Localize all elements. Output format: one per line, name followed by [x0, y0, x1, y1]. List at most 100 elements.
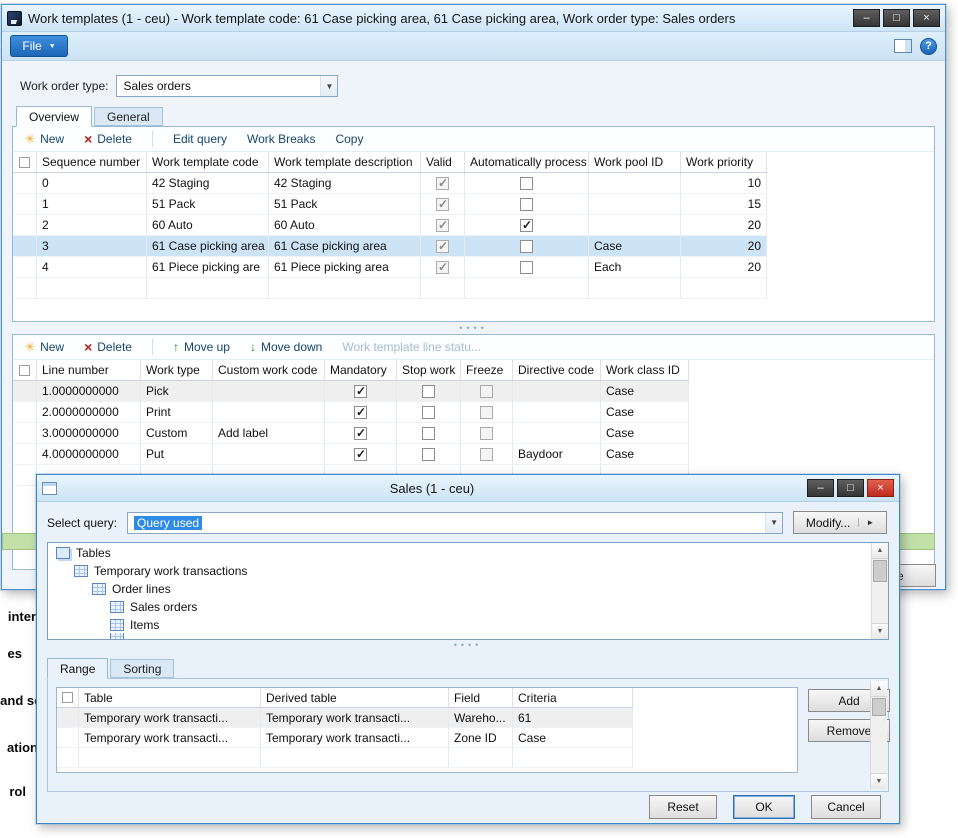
select-all-checkbox[interactable] [57, 688, 79, 707]
cell-directive[interactable] [513, 402, 601, 422]
cell-priority[interactable]: 20 [681, 215, 767, 235]
tree-item-sales-orders[interactable]: Sales orders [48, 597, 888, 615]
cell-line[interactable]: 2.0000000000 [37, 402, 141, 422]
column-header[interactable]: Sequence number [37, 152, 147, 172]
chevron-down-icon[interactable]: ▼ [320, 76, 337, 96]
cell-line[interactable]: 4.0000000000 [37, 444, 141, 464]
tree-item-order-lines[interactable]: Order lines [48, 579, 888, 597]
move-up-button[interactable]: ↑ Move up [173, 340, 230, 354]
maximize-button[interactable]: □ [837, 479, 864, 497]
tree-item-items[interactable]: Items [48, 615, 888, 633]
cell-pool[interactable] [589, 194, 681, 214]
row-selector[interactable] [13, 381, 37, 401]
cell-directive[interactable] [513, 381, 601, 401]
cell-workclass[interactable]: Case [601, 444, 689, 464]
new-button[interactable]: ✳ New [25, 340, 64, 354]
cell-field[interactable]: Zone ID [449, 728, 513, 747]
cell-table[interactable]: Temporary work transacti... [79, 708, 261, 727]
cell-directive[interactable] [513, 423, 601, 443]
column-header[interactable]: Directive code [513, 360, 601, 380]
column-header[interactable]: Custom work code [213, 360, 325, 380]
cell-code[interactable]: 51 Pack [147, 194, 269, 214]
cell-pool[interactable]: Case [589, 236, 681, 256]
row-selector[interactable] [13, 194, 37, 214]
chevron-down-icon[interactable]: ▼ [765, 513, 782, 533]
cell-priority[interactable]: 10 [681, 173, 767, 193]
table-row[interactable]: 2 60 Auto 60 Auto 20 [13, 215, 767, 236]
column-header[interactable]: Table [79, 688, 261, 707]
splitter[interactable]: •••• [37, 640, 899, 650]
tree-scrollbar[interactable]: ▲ ▼ [871, 543, 888, 639]
cell-description[interactable]: 61 Case picking area [269, 236, 421, 256]
mandatory-checkbox[interactable] [354, 427, 367, 440]
row-selector[interactable] [13, 173, 37, 193]
scrollbar-thumb[interactable] [872, 698, 886, 716]
cell-custom[interactable]: Add label [213, 423, 325, 443]
column-header[interactable]: Line number [37, 360, 141, 380]
tree-item-tables[interactable]: Tables [48, 543, 888, 561]
cell-worktype[interactable]: Print [141, 402, 213, 422]
stop-work-checkbox[interactable] [422, 427, 435, 440]
mandatory-checkbox[interactable] [354, 448, 367, 461]
modify-button[interactable]: Modify... ► [793, 511, 887, 534]
column-header[interactable]: Work pool ID [589, 152, 681, 172]
cell-worktype[interactable]: Pick [141, 381, 213, 401]
cell-sequence[interactable]: 2 [37, 215, 147, 235]
stop-work-checkbox[interactable] [422, 448, 435, 461]
main-titlebar[interactable]: Work templates (1 - ceu) - Work template… [2, 5, 945, 32]
cell-custom[interactable] [213, 444, 325, 464]
cell-code[interactable]: 60 Auto [147, 215, 269, 235]
table-row[interactable]: 4 61 Piece picking are 61 Piece picking … [13, 257, 767, 278]
close-button[interactable]: × [913, 9, 940, 27]
scroll-up-icon[interactable]: ▲ [871, 681, 887, 697]
cancel-button[interactable]: Cancel [811, 795, 881, 819]
column-header[interactable]: Valid [421, 152, 465, 172]
column-header[interactable]: Stop work [397, 360, 461, 380]
auto-process-checkbox[interactable] [520, 219, 533, 232]
cell-sequence[interactable]: 3 [37, 236, 147, 256]
tree-item-temporary-work-transactions[interactable]: Temporary work transactions [48, 561, 888, 579]
table-row[interactable]: 1.0000000000 Pick Case [13, 381, 689, 402]
auto-process-checkbox[interactable] [520, 198, 533, 211]
cell-pool[interactable]: Each [589, 257, 681, 277]
column-header[interactable]: Criteria [513, 688, 633, 707]
cell-line[interactable]: 1.0000000000 [37, 381, 141, 401]
select-all-checkbox[interactable] [13, 152, 37, 172]
mandatory-checkbox[interactable] [354, 385, 367, 398]
new-button[interactable]: ✳ New [25, 132, 64, 146]
column-header[interactable]: Work priority [681, 152, 767, 172]
table-row[interactable]: 1 51 Pack 51 Pack 15 [13, 194, 767, 215]
cell-worktype[interactable]: Custom [141, 423, 213, 443]
tab-sorting[interactable]: Sorting [110, 659, 174, 678]
table-row[interactable]: Temporary work transacti... Temporary wo… [57, 708, 633, 728]
column-header[interactable]: Work type [141, 360, 213, 380]
table-row[interactable]: 2.0000000000 Print Case [13, 402, 689, 423]
minimize-button[interactable]: – [807, 479, 834, 497]
column-header[interactable]: Work class ID [601, 360, 689, 380]
column-header[interactable]: Work template description [269, 152, 421, 172]
cell-custom[interactable] [213, 402, 325, 422]
cell-pool[interactable] [589, 173, 681, 193]
table-row[interactable]: 4.0000000000 Put Baydoor Case [13, 444, 689, 465]
ok-button[interactable]: OK [733, 795, 795, 819]
tab-range[interactable]: Range [47, 658, 108, 679]
row-selector[interactable] [13, 423, 37, 443]
table-row[interactable]: Temporary work transacti... Temporary wo… [57, 728, 633, 748]
column-header[interactable]: Derived table [261, 688, 449, 707]
stop-work-checkbox[interactable] [422, 385, 435, 398]
maximize-button[interactable]: □ [883, 9, 910, 27]
work-order-type-select[interactable]: Sales orders ▼ [116, 75, 338, 97]
scroll-down-icon[interactable]: ▼ [871, 773, 887, 789]
table-row[interactable]: 0 42 Staging 42 Staging 10 [13, 173, 767, 194]
auto-process-checkbox[interactable] [520, 177, 533, 190]
cell-criteria[interactable]: 61 [513, 708, 633, 727]
row-selector[interactable] [13, 257, 37, 277]
minimize-button[interactable]: – [853, 9, 880, 27]
cell-description[interactable]: 51 Pack [269, 194, 421, 214]
reset-button[interactable]: Reset [649, 795, 717, 819]
scrollbar-thumb[interactable] [873, 560, 887, 582]
dialog-titlebar[interactable]: Sales (1 - ceu) – □ × [37, 475, 899, 502]
tab-overview[interactable]: Overview [16, 106, 92, 127]
cell-directive[interactable]: Baydoor [513, 444, 601, 464]
cell-table[interactable]: Temporary work transacti... [79, 728, 261, 747]
